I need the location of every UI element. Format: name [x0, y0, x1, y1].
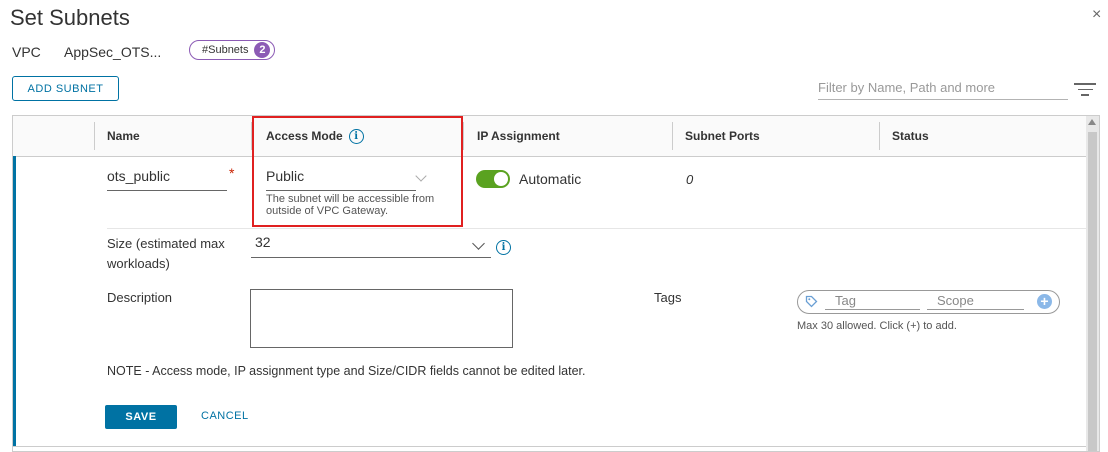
vertical-scrollbar[interactable] — [1086, 116, 1099, 451]
column-header-name[interactable]: Name — [107, 116, 140, 156]
subnets-count: 2 — [254, 42, 271, 58]
column-header-ip-assignment[interactable]: IP Assignment — [477, 116, 560, 156]
add-subnet-button[interactable]: ADD SUBNET — [12, 76, 119, 101]
vpc-label: VPC — [12, 44, 41, 60]
column-header-status[interactable]: Status — [892, 116, 929, 156]
tag-input[interactable]: Tag — [825, 293, 920, 310]
dialog-title: Set Subnets — [10, 5, 130, 30]
row-selection-indicator — [13, 156, 16, 446]
tags-hint: Max 30 allowed. Click (+) to add. — [797, 320, 957, 332]
add-tag-icon[interactable]: + — [1037, 294, 1052, 309]
subnet-name-input[interactable]: ots_public — [107, 168, 227, 191]
save-button[interactable]: SAVE — [105, 405, 177, 429]
size-select[interactable]: 32 — [251, 234, 491, 258]
highlight-box — [252, 116, 463, 227]
info-icon[interactable]: i — [496, 240, 511, 255]
subnets-count-badge: #Subnets 2 — [189, 40, 276, 60]
tag-icon — [805, 295, 818, 308]
row-bottom-border — [13, 446, 1086, 447]
scrollbar-thumb[interactable] — [1088, 132, 1097, 451]
description-label: Description — [107, 290, 173, 305]
subnets-grid: Name Access Mode i IP Assignment Subnet … — [12, 115, 1100, 452]
description-textarea[interactable] — [250, 289, 513, 348]
ip-assignment-label: Automatic — [519, 171, 582, 187]
column-header-subnet-ports[interactable]: Subnet Ports — [685, 116, 760, 156]
scroll-up-icon[interactable] — [1088, 119, 1096, 125]
tags-label: Tags — [654, 290, 682, 305]
subnets-badge-label: #Subnets — [202, 44, 249, 56]
scope-input[interactable]: Scope — [927, 293, 1024, 310]
subnet-ports-value: 0 — [686, 172, 694, 187]
size-label: Size (estimated max workloads) — [107, 236, 225, 271]
filter-icon[interactable] — [1074, 83, 1096, 100]
vpc-name: AppSec_OTS... — [64, 44, 162, 60]
ip-assignment-toggle[interactable] — [476, 170, 510, 188]
close-icon[interactable]: × — [1092, 6, 1101, 24]
row-divider — [107, 228, 1086, 229]
filter-input[interactable]: Filter by Name, Path and more — [818, 80, 1068, 100]
grid-header: Name Access Mode i IP Assignment Subnet … — [13, 116, 1086, 157]
cancel-button[interactable]: CANCEL — [201, 410, 249, 422]
required-marker: * — [229, 165, 235, 181]
edit-note: NOTE - Access mode, IP assignment type a… — [107, 364, 586, 378]
